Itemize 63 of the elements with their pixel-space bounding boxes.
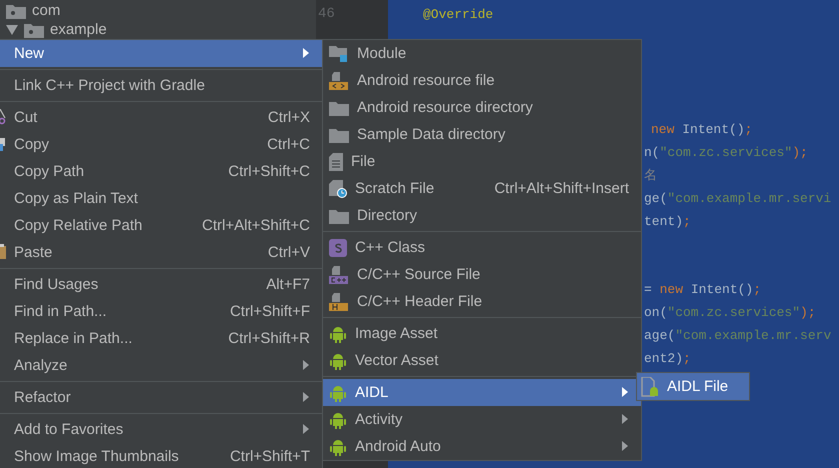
menu-item[interactable]: Link C++ Project with Gradle [0, 72, 322, 99]
menu-item[interactable]: C/C++ Source File [323, 261, 641, 288]
copy-icon [0, 136, 6, 152]
tree-item-label[interactable]: com [32, 0, 60, 20]
file-clock-icon [329, 180, 347, 198]
menu-item[interactable]: New [0, 40, 322, 67]
android-icon [329, 352, 347, 370]
menu-item[interactable]: Android resource directory [323, 94, 641, 121]
menu-item[interactable]: Find Usages Alt+F7 [0, 271, 322, 298]
code-line: @Override [422, 6, 494, 24]
header-file-icon [329, 292, 349, 310]
menu-item[interactable]: Cut Ctrl+X [0, 104, 322, 131]
menu-item[interactable]: Refactor [0, 384, 322, 411]
menu-item[interactable]: Find in Path... Ctrl+Shift+F [0, 298, 322, 325]
package-folder-icon [6, 2, 26, 18]
xml-file-icon [329, 72, 349, 90]
menu-item[interactable]: Android Auto [323, 433, 641, 460]
cpp-file-icon [329, 266, 349, 284]
android-icon [329, 324, 347, 342]
clipboard-icon [0, 244, 6, 260]
android-file-icon [641, 376, 661, 396]
folder-icon [329, 100, 349, 116]
menu-item[interactable]: AIDL [323, 379, 641, 406]
menu-item[interactable]: Sample Data directory [323, 121, 641, 148]
code-line: = new Intent(); [644, 281, 762, 299]
menu-item[interactable]: Image Asset [323, 320, 641, 347]
code-line: n("com.zc.services"); [644, 144, 809, 162]
android-icon [329, 410, 347, 428]
menu-item[interactable]: C/C++ Header File [323, 288, 641, 315]
android-icon [329, 438, 347, 456]
folder-icon [329, 126, 349, 142]
menu-item[interactable]: Replace in Path... Ctrl+Shift+R [0, 325, 322, 352]
folder-icon [329, 208, 349, 224]
tree-item-label[interactable]: example [50, 20, 107, 40]
menu-item[interactable]: Copy Ctrl+C [0, 131, 322, 158]
expand-triangle-icon[interactable] [6, 24, 18, 34]
code-line: ent2); [644, 350, 692, 368]
menu-item[interactable]: Copy Path Ctrl+Shift+C [0, 158, 322, 185]
menu-item[interactable]: Activity [323, 406, 641, 433]
menu-item[interactable]: Add to Favorites [0, 416, 322, 443]
file-icon [329, 152, 343, 170]
menu-item[interactable]: Vector Asset [323, 347, 641, 374]
code-line: on("com.zc.services"); [644, 304, 817, 322]
menu-item[interactable]: Scratch File Ctrl+Alt+Shift+Insert [323, 175, 641, 202]
menu-item[interactable]: Show Image Thumbnails Ctrl+Shift+T [0, 443, 322, 468]
android-icon [329, 384, 347, 402]
menu-item[interactable]: File [323, 148, 641, 175]
class-s-icon [329, 238, 347, 256]
menu-item[interactable]: Paste Ctrl+V [0, 239, 322, 266]
menu-item[interactable]: Copy Relative Path Ctrl+Alt+Shift+C [0, 212, 322, 239]
code-line: new Intent(); [650, 121, 754, 139]
code-line: age("com.example.mr.serv [644, 327, 832, 345]
menu-item[interactable]: Copy as Plain Text [0, 185, 322, 212]
menu-item[interactable]: Android resource file [323, 67, 641, 94]
scissors-icon [0, 109, 6, 125]
menu-item[interactable]: C++ Class [323, 234, 641, 261]
code-line: ge("com.example.mr.servi [644, 190, 832, 208]
module-icon [329, 44, 349, 62]
menu-item[interactable]: Analyze [0, 352, 322, 379]
code-line: 名 [644, 167, 658, 185]
menu-item[interactable]: Module [323, 40, 641, 67]
code-line: tent); [644, 213, 692, 231]
menu-item[interactable]: Directory [323, 202, 641, 229]
